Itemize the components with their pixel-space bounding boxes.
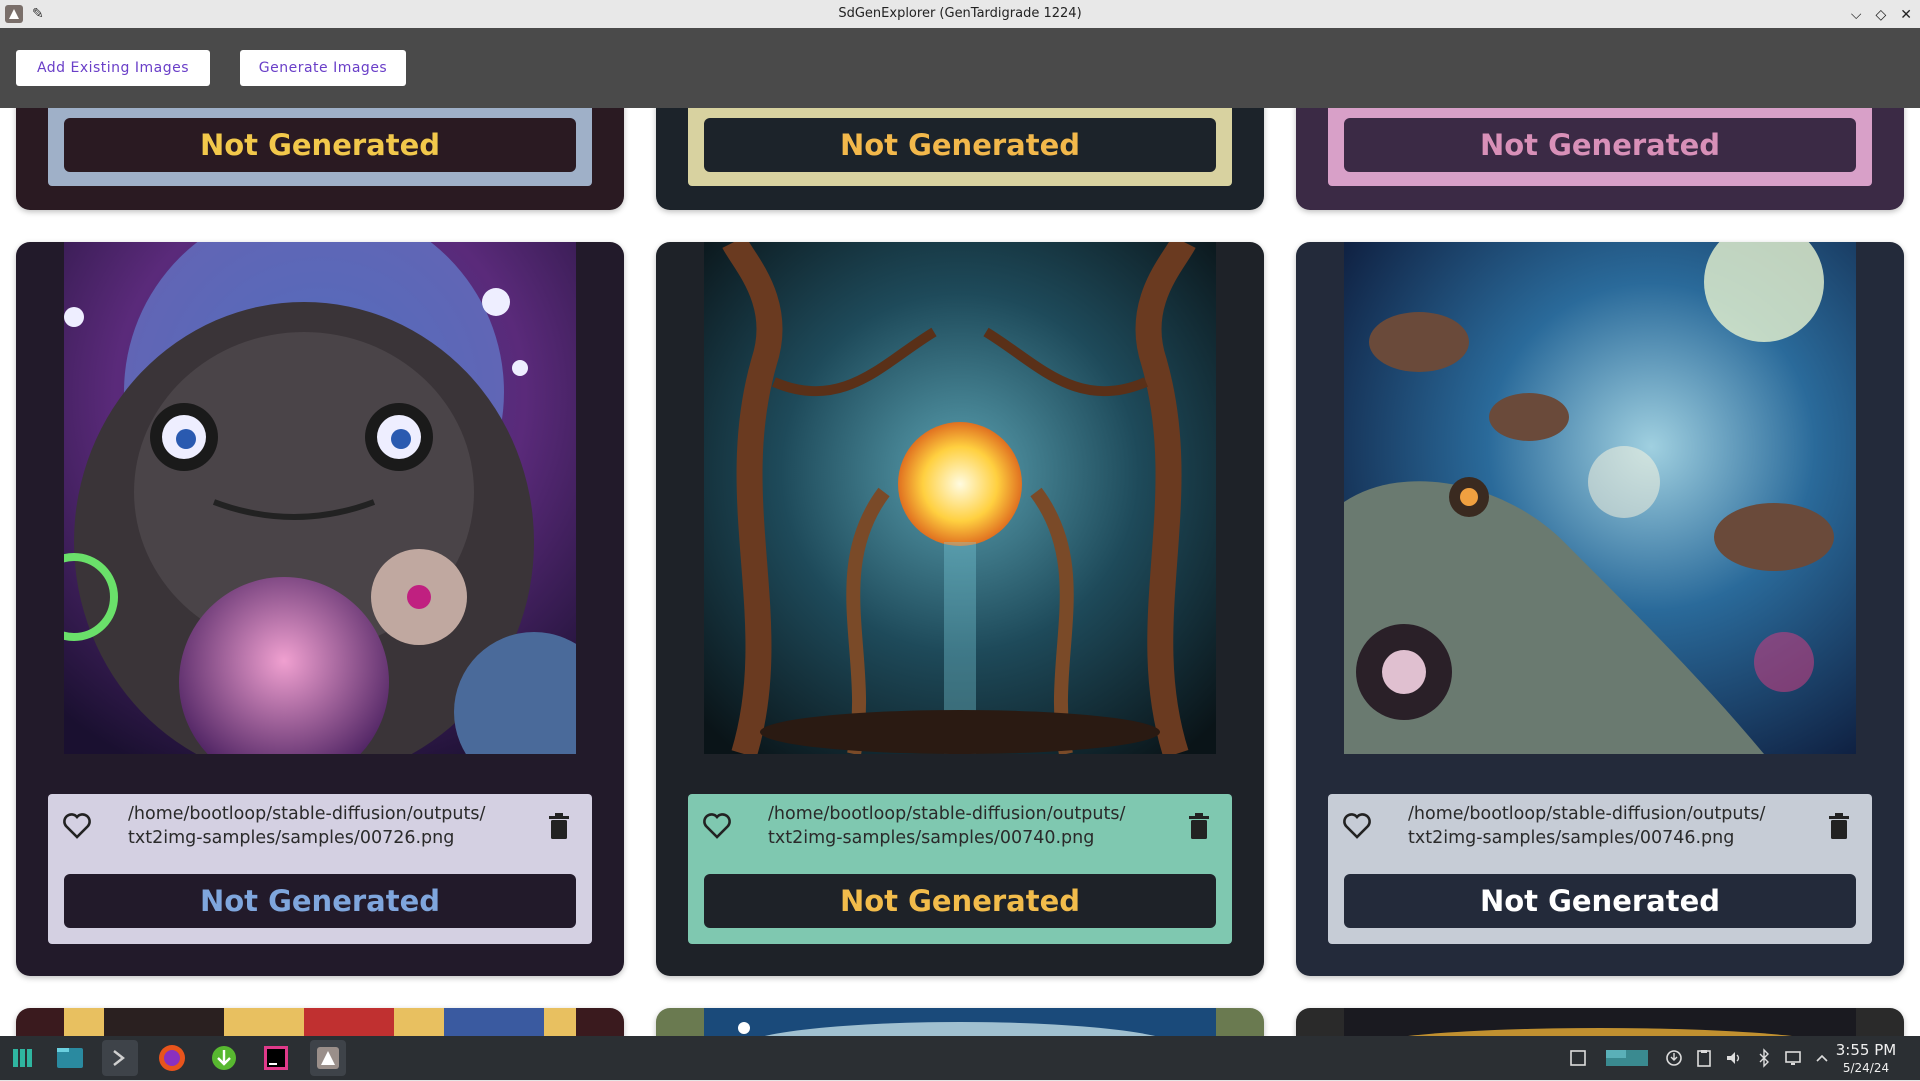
intellij-icon[interactable] bbox=[258, 1040, 294, 1076]
download-icon[interactable] bbox=[206, 1040, 242, 1076]
maximize-icon[interactable]: ◇ bbox=[1875, 6, 1886, 23]
window-title: SdGenExplorer (GenTardigrade 1224) bbox=[838, 6, 1082, 21]
menu-icon[interactable] bbox=[4, 1040, 40, 1076]
thumbnail-image[interactable] bbox=[64, 1008, 576, 1036]
bluetooth-icon[interactable] bbox=[1754, 1048, 1774, 1068]
thumbnail-image[interactable] bbox=[704, 1008, 1216, 1036]
add-existing-images-button[interactable]: Add Existing Images bbox=[16, 50, 210, 86]
not-generated-button[interactable]: Not Generated bbox=[704, 118, 1216, 172]
firefox-icon[interactable] bbox=[154, 1040, 190, 1076]
card-info-panel: Not Generated bbox=[1328, 108, 1872, 186]
delete-trash-icon[interactable] bbox=[1188, 812, 1210, 840]
image-card: Not Generated bbox=[656, 108, 1264, 210]
image-card bbox=[656, 1008, 1264, 1036]
vpn-icon[interactable] bbox=[1664, 1048, 1684, 1068]
clipboard-icon[interactable] bbox=[1694, 1048, 1714, 1068]
thumbnail-image[interactable] bbox=[64, 242, 576, 754]
taskbar: 3:55 PM 5/24/24 bbox=[0, 1036, 1920, 1080]
file-path: /home/bootloop/stable-diffusion/outputs/… bbox=[768, 804, 1126, 848]
sdgenexplorer-icon[interactable] bbox=[310, 1040, 346, 1076]
minimize-icon[interactable]: ⌵ bbox=[1851, 6, 1862, 23]
image-card: Not Generated bbox=[1296, 108, 1904, 210]
toolbar: Add Existing Images Generate Images bbox=[0, 28, 1920, 108]
favorite-heart-icon[interactable] bbox=[1342, 812, 1372, 840]
card-info-panel: Not Generated bbox=[48, 108, 592, 186]
generate-images-button[interactable]: Generate Images bbox=[240, 50, 406, 86]
window-titlebar: ✎ SdGenExplorer (GenTardigrade 1224) ⌵ ◇… bbox=[0, 0, 1920, 29]
terminal-icon[interactable] bbox=[102, 1040, 138, 1076]
clock-date: 5/24/24 bbox=[1842, 1061, 1890, 1075]
file-path: /home/bootloop/stable-diffusion/outputs/… bbox=[128, 804, 486, 848]
not-generated-button[interactable]: Not Generated bbox=[64, 874, 576, 928]
volume-icon[interactable] bbox=[1724, 1048, 1744, 1068]
favorite-heart-icon[interactable] bbox=[62, 812, 92, 840]
image-card: /home/bootloop/stable-diffusion/outputs/… bbox=[656, 242, 1264, 976]
not-generated-button[interactable]: Not Generated bbox=[1344, 874, 1856, 928]
not-generated-button[interactable]: Not Generated bbox=[704, 874, 1216, 928]
image-card: /home/bootloop/stable-diffusion/outputs/… bbox=[16, 242, 624, 976]
thumbnail-image[interactable] bbox=[1344, 1008, 1856, 1036]
system-clock[interactable]: 3:55 PM 5/24/24 bbox=[1826, 1040, 1906, 1076]
monitor-icon[interactable] bbox=[1604, 1048, 1650, 1068]
image-grid[interactable]: Not Generated Not Generated Not Generate… bbox=[0, 108, 1920, 1036]
card-info-panel: Not Generated bbox=[688, 108, 1232, 186]
file-path: /home/bootloop/stable-diffusion/outputs/… bbox=[1408, 804, 1766, 848]
desktop-icon[interactable] bbox=[1568, 1048, 1588, 1068]
delete-trash-icon[interactable] bbox=[1828, 812, 1850, 840]
close-icon[interactable]: ✕ bbox=[1900, 6, 1912, 23]
favorite-heart-icon[interactable] bbox=[702, 812, 732, 840]
delete-trash-icon[interactable] bbox=[548, 812, 570, 840]
thumbnail-image[interactable] bbox=[704, 242, 1216, 754]
card-info-panel: /home/bootloop/stable-diffusion/outputs/… bbox=[48, 794, 592, 944]
files-icon[interactable] bbox=[52, 1040, 88, 1076]
not-generated-button[interactable]: Not Generated bbox=[1344, 118, 1856, 172]
card-info-panel: /home/bootloop/stable-diffusion/outputs/… bbox=[688, 794, 1232, 944]
image-card: /home/bootloop/stable-diffusion/outputs/… bbox=[1296, 242, 1904, 976]
image-card bbox=[16, 1008, 624, 1036]
clock-time: 3:55 PM bbox=[1835, 1041, 1897, 1059]
image-card bbox=[1296, 1008, 1904, 1036]
not-generated-button[interactable]: Not Generated bbox=[64, 118, 576, 172]
image-card: Not Generated bbox=[16, 108, 624, 210]
network-icon[interactable] bbox=[1784, 1048, 1804, 1068]
thumbnail-image[interactable] bbox=[1344, 242, 1856, 754]
card-info-panel: /home/bootloop/stable-diffusion/outputs/… bbox=[1328, 794, 1872, 944]
